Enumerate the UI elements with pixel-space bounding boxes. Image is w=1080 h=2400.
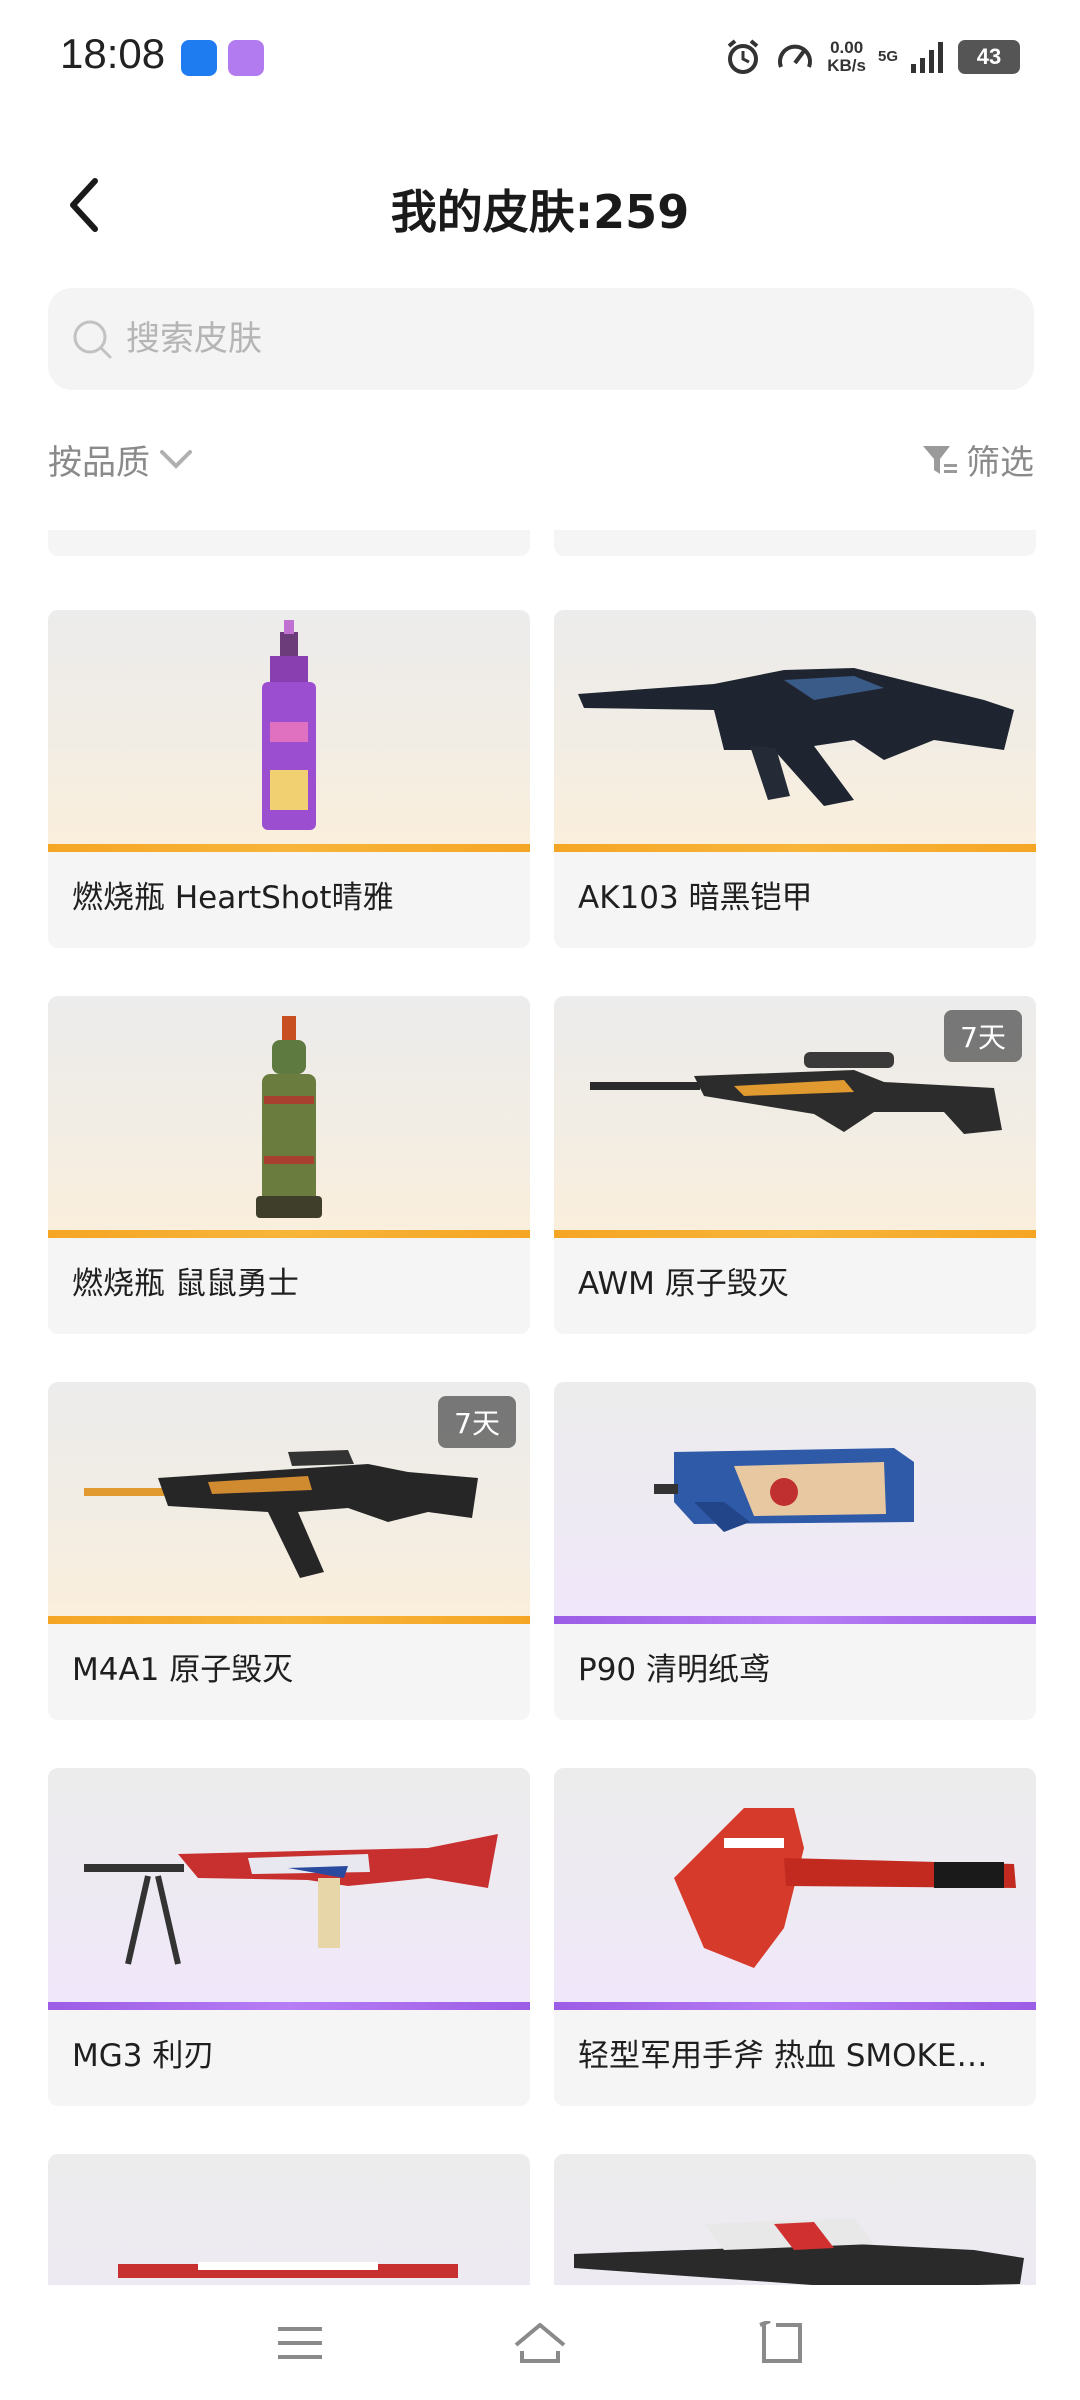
machine-gun-icon	[84, 1834, 498, 1965]
molotov-bottle-icon	[262, 620, 316, 830]
skin-card-partial[interactable]	[554, 530, 1036, 556]
system-navigation-bar	[0, 2285, 1080, 2400]
signal-icon	[911, 42, 943, 73]
skin-card[interactable]	[554, 2154, 1036, 2285]
skin-name: MG3 利刃	[72, 2038, 215, 2074]
rarity-strip	[554, 2002, 1036, 2010]
skin-card[interactable]: 轻型军用手斧 热血 SMOKE…	[554, 1768, 1036, 2106]
rarity-strip	[48, 2002, 530, 2010]
status-time: 18:08	[60, 30, 166, 77]
skin-name: 轻型军用手斧 热血 SMOKE…	[578, 2038, 988, 2074]
skin-card[interactable]: P90 清明纸鸢	[554, 1382, 1036, 1720]
skin-card[interactable]	[48, 2154, 530, 2285]
menu-icon	[278, 2326, 322, 2359]
rifle-icon	[574, 2218, 1024, 2285]
skin-name: AWM 原子毁灭	[578, 1266, 789, 1302]
recent-apps-button[interactable]	[270, 2313, 330, 2373]
sort-dropdown[interactable]: 按品质	[48, 435, 194, 484]
rarity-strip	[48, 844, 530, 852]
status-bar: 18:08 0.00 KB/s 5G 43	[0, 0, 1080, 115]
skin-card[interactable]: MG3 利刃	[48, 1768, 530, 2106]
page-header: 我的皮肤:259	[0, 150, 1080, 260]
duration-badge: 7天	[944, 1010, 1022, 1062]
rarity-strip	[554, 1230, 1036, 1238]
search-icon	[73, 320, 112, 359]
skin-card[interactable]: AK103 暗黑铠甲	[554, 610, 1036, 948]
sort-label: 按品质	[48, 443, 150, 483]
search-bar[interactable]	[48, 288, 1034, 390]
skin-card-partial[interactable]	[48, 530, 530, 556]
smg-icon	[654, 1448, 914, 1532]
speed-unit: KB/s	[827, 56, 866, 75]
rifle-icon	[118, 2262, 458, 2278]
rarity-strip	[48, 1616, 530, 1624]
home-button[interactable]	[510, 2313, 570, 2373]
axe-icon	[674, 1808, 1016, 1968]
molotov-bottle-icon	[256, 1016, 322, 1218]
page-title: 我的皮肤:259	[390, 185, 690, 239]
back-nav-button[interactable]	[750, 2313, 810, 2373]
home-icon	[514, 2322, 566, 2363]
skin-name: 燃烧瓶 HeartShot晴雅	[72, 880, 394, 916]
filter-icon	[923, 445, 957, 474]
rifle-icon	[578, 668, 1014, 806]
status-icons: 0.00 KB/s 5G 43	[723, 34, 1020, 80]
network-speed: 0.00 KB/s	[827, 39, 866, 75]
rarity-strip	[554, 1616, 1036, 1624]
skin-name: AK103 暗黑铠甲	[578, 880, 813, 916]
app-notification-icon	[181, 40, 217, 76]
skin-card[interactable]: 7天 AWM 原子毁灭	[554, 996, 1036, 1334]
chevron-down-icon	[160, 449, 192, 469]
filter-button[interactable]: 筛选	[920, 435, 1034, 484]
network-type: 5G	[877, 48, 898, 65]
speed-value: 0.00	[830, 38, 864, 57]
battery-indicator: 43	[958, 40, 1020, 74]
back-arrow-icon	[759, 2320, 802, 2363]
app-notification-icon	[228, 40, 264, 76]
skins-grid: 燃烧瓶 HeartShot晴雅 AK103 暗黑铠甲 燃烧瓶 鼠鼠勇士 7天 A…	[0, 530, 1080, 2285]
skin-card[interactable]: 燃烧瓶 鼠鼠勇士	[48, 996, 530, 1334]
filter-label: 筛选	[966, 443, 1034, 483]
skin-name: P90 清明纸鸢	[578, 1652, 770, 1688]
search-input[interactable]	[126, 319, 976, 359]
skin-name: 燃烧瓶 鼠鼠勇士	[72, 1266, 299, 1302]
skin-name: M4A1 原子毁灭	[72, 1652, 294, 1688]
rarity-strip	[48, 1230, 530, 1238]
alarm-icon	[727, 39, 759, 74]
skin-card[interactable]: 燃烧瓶 HeartShot晴雅	[48, 610, 530, 948]
duration-badge: 7天	[438, 1396, 516, 1448]
skin-card[interactable]: 7天 M4A1 原子毁灭	[48, 1382, 530, 1720]
speed-gauge-icon	[778, 44, 813, 68]
rarity-strip	[554, 844, 1036, 852]
